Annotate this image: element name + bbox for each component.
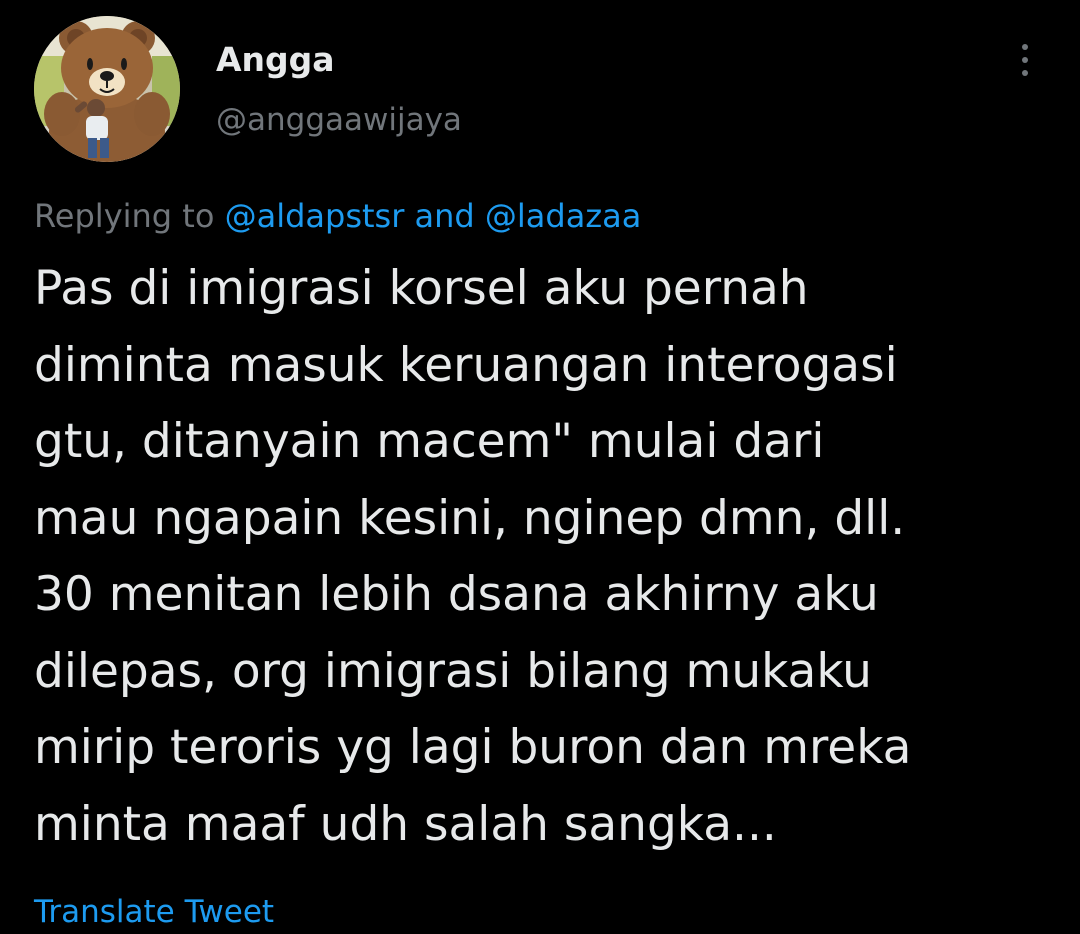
tweet-text-line: mau ngapain kesini, nginep dmn, dll. xyxy=(34,490,906,546)
tweet-text-line: 30 menitan lebih dsana akhirny aku xyxy=(34,567,879,622)
author-display-name[interactable]: Angga xyxy=(216,38,335,82)
reply-context-prefix: Replying to xyxy=(34,197,215,235)
tweet-text-line: diminta masuk keruangan interogasi xyxy=(34,337,898,393)
vertical-ellipsis-icon xyxy=(1022,57,1028,63)
vertical-ellipsis-icon xyxy=(1022,44,1028,50)
avatar[interactable] xyxy=(34,16,180,162)
tweet-text-line: Pas di imigrasi korsel aku pernah xyxy=(34,261,809,316)
avatar-photo-icon xyxy=(34,16,180,162)
tweet-text: Pas di imigrasi korsel aku pernah dimint… xyxy=(34,251,1054,863)
reply-context: Replying to @aldapstsr and @ladazaa xyxy=(34,194,641,238)
tweet: Angga @anggaawijaya Replying to @aldapst… xyxy=(0,0,1080,930)
tweet-text-line: minta maaf udh salah sangka... xyxy=(34,796,777,852)
mention-link[interactable]: @aldapstsr xyxy=(225,197,405,235)
vertical-ellipsis-icon xyxy=(1022,70,1028,76)
author-handle[interactable]: @anggaawijaya xyxy=(216,98,462,142)
reply-context-joiner[interactable]: and xyxy=(415,197,475,235)
tweet-text-line: dilepas, org imigrasi bilang mukaku xyxy=(34,643,872,699)
mention-link[interactable]: @ladazaa xyxy=(485,197,641,235)
tweet-text-line: mirip teroris yg lagi buron dan mreka xyxy=(34,720,912,775)
more-options-button[interactable] xyxy=(1004,34,1046,86)
tweet-text-line: gtu, ditanyain macem" mulai dari xyxy=(34,414,825,469)
translate-tweet-link[interactable]: Translate Tweet xyxy=(34,890,274,934)
